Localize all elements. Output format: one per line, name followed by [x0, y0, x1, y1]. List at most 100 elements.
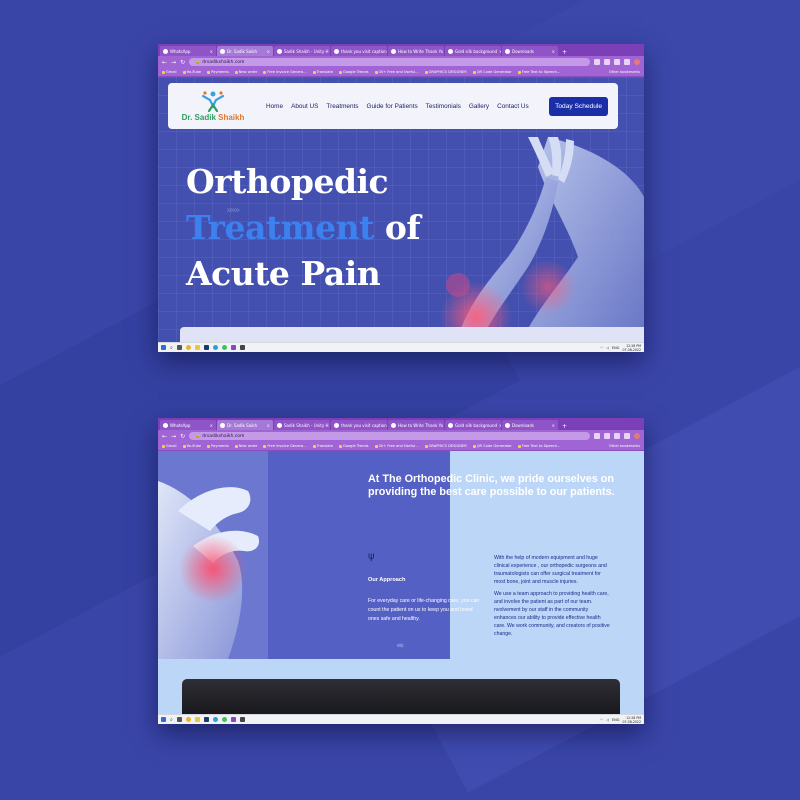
photoshop-icon[interactable]: [203, 717, 209, 722]
bookmark-item[interactable]: 30+ Free and Useful...: [374, 444, 419, 448]
other-bookmarks[interactable]: Other bookmarks: [609, 444, 640, 448]
close-tab-icon[interactable]: ×: [499, 49, 501, 54]
nav-contact[interactable]: Contact Us: [497, 103, 529, 110]
search-icon[interactable]: ⌕: [170, 345, 173, 351]
start-icon[interactable]: [161, 345, 166, 350]
extension-icon[interactable]: [624, 433, 630, 439]
wifi-icon[interactable]: ◠: [600, 718, 603, 722]
extension-icon[interactable]: [594, 59, 600, 65]
browser-tab[interactable]: WhatsApp ×: [160, 46, 216, 56]
file-explorer-icon[interactable]: [194, 345, 200, 350]
nav-guide[interactable]: Guide for Patients: [367, 103, 418, 110]
new-tab-icon[interactable]: +: [559, 423, 570, 430]
language-indicator[interactable]: ENG: [612, 718, 620, 722]
nav-home[interactable]: Home: [266, 103, 283, 110]
other-bookmarks[interactable]: Other bookmarks: [609, 70, 640, 74]
volume-icon[interactable]: ◁: [606, 718, 609, 722]
extension-icon[interactable]: [604, 433, 610, 439]
calculator-icon[interactable]: [239, 717, 245, 722]
task-view-icon[interactable]: [176, 345, 182, 350]
browser-tab[interactable]: Downloads ×: [502, 420, 558, 430]
site-logo[interactable]: Dr. Sadik Shaikh: [178, 90, 248, 122]
edge-icon[interactable]: [212, 717, 218, 722]
edge-icon[interactable]: [212, 345, 218, 350]
close-tab-icon[interactable]: ×: [499, 423, 501, 428]
close-tab-icon[interactable]: ×: [267, 423, 270, 428]
bookmark-item[interactable]: YouTube: [182, 444, 201, 448]
clock[interactable]: 12:28 PM 07-08-2022: [622, 344, 641, 352]
today-schedule-button[interactable]: Today Schedule: [549, 96, 608, 116]
url-input[interactable]: 🔒 drsadikshaikh.com: [189, 432, 590, 440]
forward-icon[interactable]: →: [171, 59, 176, 66]
file-explorer-icon[interactable]: [194, 717, 200, 722]
new-tab-icon[interactable]: +: [559, 49, 570, 56]
profile-icon[interactable]: [634, 433, 640, 439]
close-tab-icon[interactable]: ×: [210, 49, 213, 54]
extension-icon[interactable]: [614, 433, 620, 439]
extension-icon[interactable]: [624, 59, 630, 65]
bookmark-item[interactable]: Free Invoice Genera...: [263, 444, 307, 448]
forward-icon[interactable]: →: [171, 433, 176, 440]
calculator-icon[interactable]: [239, 345, 245, 350]
bookmark-item[interactable]: QR Code Generator: [472, 444, 512, 448]
bookmark-item[interactable]: Free Text to Speech...: [517, 444, 560, 448]
close-tab-icon[interactable]: ×: [552, 49, 555, 54]
browser-tab[interactable]: Dr. Sadik Saikh ×: [217, 420, 273, 430]
bookmark-item[interactable]: GRAPHICS DESIGNER: [424, 70, 467, 74]
bookmark-item[interactable]: Payments: [207, 70, 229, 74]
bookmark-item[interactable]: Translate: [312, 70, 333, 74]
browser-tab[interactable]: Gold silk background ×: [445, 46, 501, 56]
extension-icon[interactable]: [594, 433, 600, 439]
chrome-icon[interactable]: [185, 345, 191, 350]
nav-treatments[interactable]: Treatments: [326, 103, 358, 110]
bookmark-item[interactable]: Gmail: [162, 70, 177, 74]
bookmark-item[interactable]: 30+ Free and Useful...: [374, 70, 419, 74]
browser-tab[interactable]: Dr. Sadik Saikh ×: [217, 46, 273, 56]
nav-gallery[interactable]: Gallery: [469, 103, 489, 110]
browser-tab[interactable]: Gold silk background ×: [445, 420, 501, 430]
browser-tab[interactable]: thank you visit caption×: [331, 46, 387, 56]
extension-icon[interactable]: [604, 59, 610, 65]
reload-icon[interactable]: ↻: [180, 433, 185, 440]
browser-tab[interactable]: Downloads ×: [502, 46, 558, 56]
bookmark-item[interactable]: Translate: [312, 444, 333, 448]
bookmark-item[interactable]: New order: [234, 444, 257, 448]
wifi-icon[interactable]: ◠: [600, 346, 603, 350]
search-icon[interactable]: ⌕: [170, 717, 173, 723]
bookmark-item[interactable]: Gmail: [162, 444, 177, 448]
browser-tab[interactable]: How to Write Thank Yo×: [388, 420, 444, 430]
extension-icon[interactable]: [614, 59, 620, 65]
browser-tab[interactable]: thank you visit caption×: [331, 420, 387, 430]
close-tab-icon[interactable]: ×: [267, 49, 270, 54]
reload-icon[interactable]: ↻: [180, 59, 185, 66]
profile-icon[interactable]: [634, 59, 640, 65]
bookmark-item[interactable]: Google Trends: [339, 70, 369, 74]
browser-tab[interactable]: WhatsApp ×: [160, 420, 216, 430]
chrome-icon[interactable]: [185, 717, 191, 722]
video-preview[interactable]: [182, 679, 620, 714]
url-input[interactable]: 🔒 drsadikshaikh.com: [189, 58, 590, 66]
browser-tab[interactable]: How to Write Thank Yo×: [388, 46, 444, 56]
bookmark-item[interactable]: Payments: [207, 444, 229, 448]
nav-about[interactable]: About US: [291, 103, 318, 110]
browser-tab[interactable]: Sadik Shaikh - Unity H×: [274, 46, 330, 56]
whatsapp-icon[interactable]: [221, 345, 227, 350]
start-icon[interactable]: [161, 717, 166, 722]
language-indicator[interactable]: ENG: [612, 346, 620, 350]
close-tab-icon[interactable]: ×: [210, 423, 213, 428]
bookmark-item[interactable]: GRAPHICS DESIGNER: [424, 444, 467, 448]
bookmark-item[interactable]: QR Code Generator: [472, 70, 512, 74]
bookmark-item[interactable]: Free Invoice Genera...: [263, 70, 307, 74]
back-icon[interactable]: ←: [162, 433, 167, 440]
app-icon[interactable]: [230, 345, 236, 350]
volume-icon[interactable]: ◁: [606, 346, 609, 350]
nav-testimonials[interactable]: Testimonials: [426, 103, 461, 110]
task-view-icon[interactable]: [176, 717, 182, 722]
back-icon[interactable]: ←: [162, 59, 167, 66]
bookmark-item[interactable]: New order: [234, 70, 257, 74]
photoshop-icon[interactable]: [203, 345, 209, 350]
bookmark-item[interactable]: Google Trends: [339, 444, 369, 448]
clock[interactable]: 12:28 PM 07-08-2022: [622, 716, 641, 724]
browser-tab[interactable]: Sadik Shaikh - Unity H×: [274, 420, 330, 430]
whatsapp-icon[interactable]: [221, 717, 227, 722]
